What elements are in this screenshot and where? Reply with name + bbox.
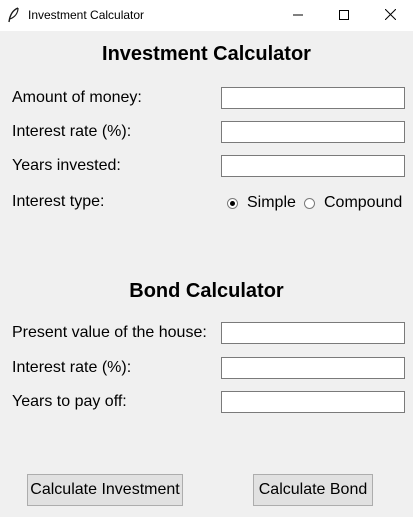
calculate-investment-button[interactable]: Calculate Investment [27, 474, 183, 506]
feather-icon [7, 7, 21, 23]
radio-simple-label: Simple [247, 194, 296, 211]
investment-heading: Investment Calculator [102, 43, 311, 65]
years-invested-input[interactable] [221, 155, 405, 177]
radio-simple-indicator[interactable] [227, 197, 238, 209]
amount-input[interactable] [221, 87, 405, 109]
close-button[interactable] [367, 0, 413, 31]
present-value-label: Present value of the house: [12, 324, 207, 341]
amount-label: Amount of money: [12, 89, 142, 106]
window-title: Investment Calculator [28, 8, 145, 22]
maximize-icon [339, 7, 349, 25]
present-value-input[interactable] [221, 322, 405, 344]
bond-rate-input[interactable] [221, 357, 405, 379]
radio-compound[interactable]: Compound [304, 193, 402, 213]
calculate-bond-button[interactable]: Calculate Bond [253, 474, 373, 506]
minimize-icon [293, 7, 303, 25]
close-icon [384, 7, 396, 25]
radio-compound-label: Compound [324, 194, 403, 211]
investment-rate-label: Interest rate (%): [12, 123, 132, 140]
years-to-pay-input[interactable] [221, 391, 405, 413]
radio-simple[interactable]: Simple [227, 193, 296, 213]
interest-type-label: Interest type: [12, 193, 105, 210]
maximize-button[interactable] [321, 0, 367, 31]
minimize-button[interactable] [275, 0, 321, 31]
years-invested-label: Years invested: [12, 157, 121, 174]
radio-compound-indicator[interactable] [304, 197, 315, 209]
bond-heading: Bond Calculator [129, 280, 284, 302]
title-bar[interactable]: Investment Calculator [0, 0, 413, 31]
years-to-pay-label: Years to pay off: [12, 393, 127, 410]
bond-rate-label: Interest rate (%): [12, 359, 132, 376]
investment-rate-input[interactable] [221, 121, 405, 143]
